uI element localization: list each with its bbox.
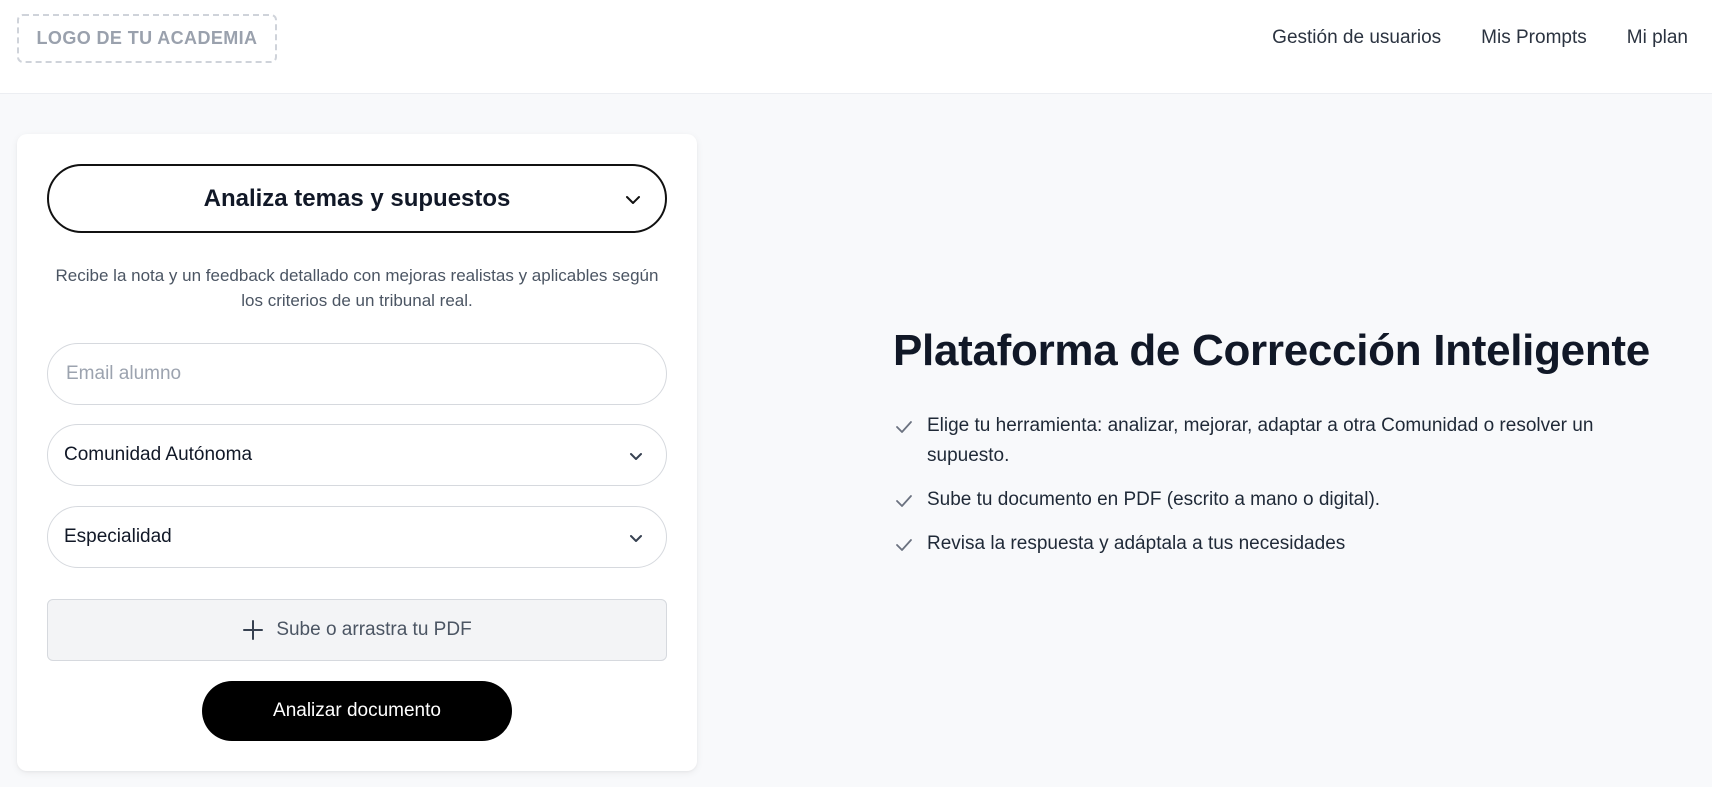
main-nav: Gestión de usuarios Mis Prompts Mi plan — [1232, 0, 1688, 76]
list-item: Revisa la respuesta y adáptala a tus nec… — [893, 529, 1653, 559]
check-icon — [896, 495, 912, 507]
form-description: Recibe la nota y un feedback detallado c… — [55, 266, 659, 310]
tool-selector-dropdown[interactable]: Analiza temas y supuestos — [47, 164, 667, 233]
analysis-form-card: Analiza temas y supuestos Recibe la nota… — [17, 134, 697, 771]
chevron-down-icon — [626, 196, 640, 204]
check-icon — [896, 421, 912, 433]
list-item: Sube tu documento en PDF (escrito a mano… — [893, 485, 1653, 515]
comunidad-select[interactable]: Comunidad Autónoma — [47, 424, 667, 486]
step-text: Revisa la respuesta y adáptala a tus nec… — [927, 533, 1346, 554]
chevron-down-icon — [630, 453, 642, 460]
step-text: Elige tu herramienta: analizar, mejorar,… — [927, 415, 1594, 466]
nav-link-my-plan[interactable]: Mi plan — [1627, 27, 1688, 49]
hero-title: Plataforma de Corrección Inteligente — [893, 326, 1650, 375]
nav-link-user-management[interactable]: Gestión de usuarios — [1272, 27, 1441, 49]
check-icon — [896, 539, 912, 551]
upload-label: Sube o arrastra tu PDF — [276, 619, 472, 640]
pdf-upload-dropzone[interactable]: Sube o arrastra tu PDF — [47, 599, 667, 661]
step-text: Sube tu documento en PDF (escrito a mano… — [927, 489, 1381, 510]
tool-selector-value: Analiza temas y supuestos — [203, 184, 511, 212]
list-item: Elige tu herramienta: analizar, mejorar,… — [893, 411, 1653, 471]
steps-list: Elige tu herramienta: analizar, mejorar,… — [893, 411, 1653, 573]
email-input[interactable] — [64, 362, 650, 386]
especialidad-select[interactable]: Especialidad — [47, 506, 667, 568]
nav-link-my-prompts[interactable]: Mis Prompts — [1481, 27, 1587, 49]
chevron-down-icon — [630, 535, 642, 542]
especialidad-select-value: Especialidad — [64, 526, 172, 547]
academy-logo-placeholder[interactable]: LOGO DE TU ACADEMIA — [17, 14, 277, 63]
analyze-document-button[interactable]: Analizar documento — [202, 681, 512, 741]
plus-icon — [243, 620, 264, 640]
top-navigation-bar: LOGO DE TU ACADEMIA Gestión de usuarios … — [0, 0, 1712, 94]
email-field[interactable] — [47, 343, 667, 405]
comunidad-select-value: Comunidad Autónoma — [64, 444, 253, 465]
